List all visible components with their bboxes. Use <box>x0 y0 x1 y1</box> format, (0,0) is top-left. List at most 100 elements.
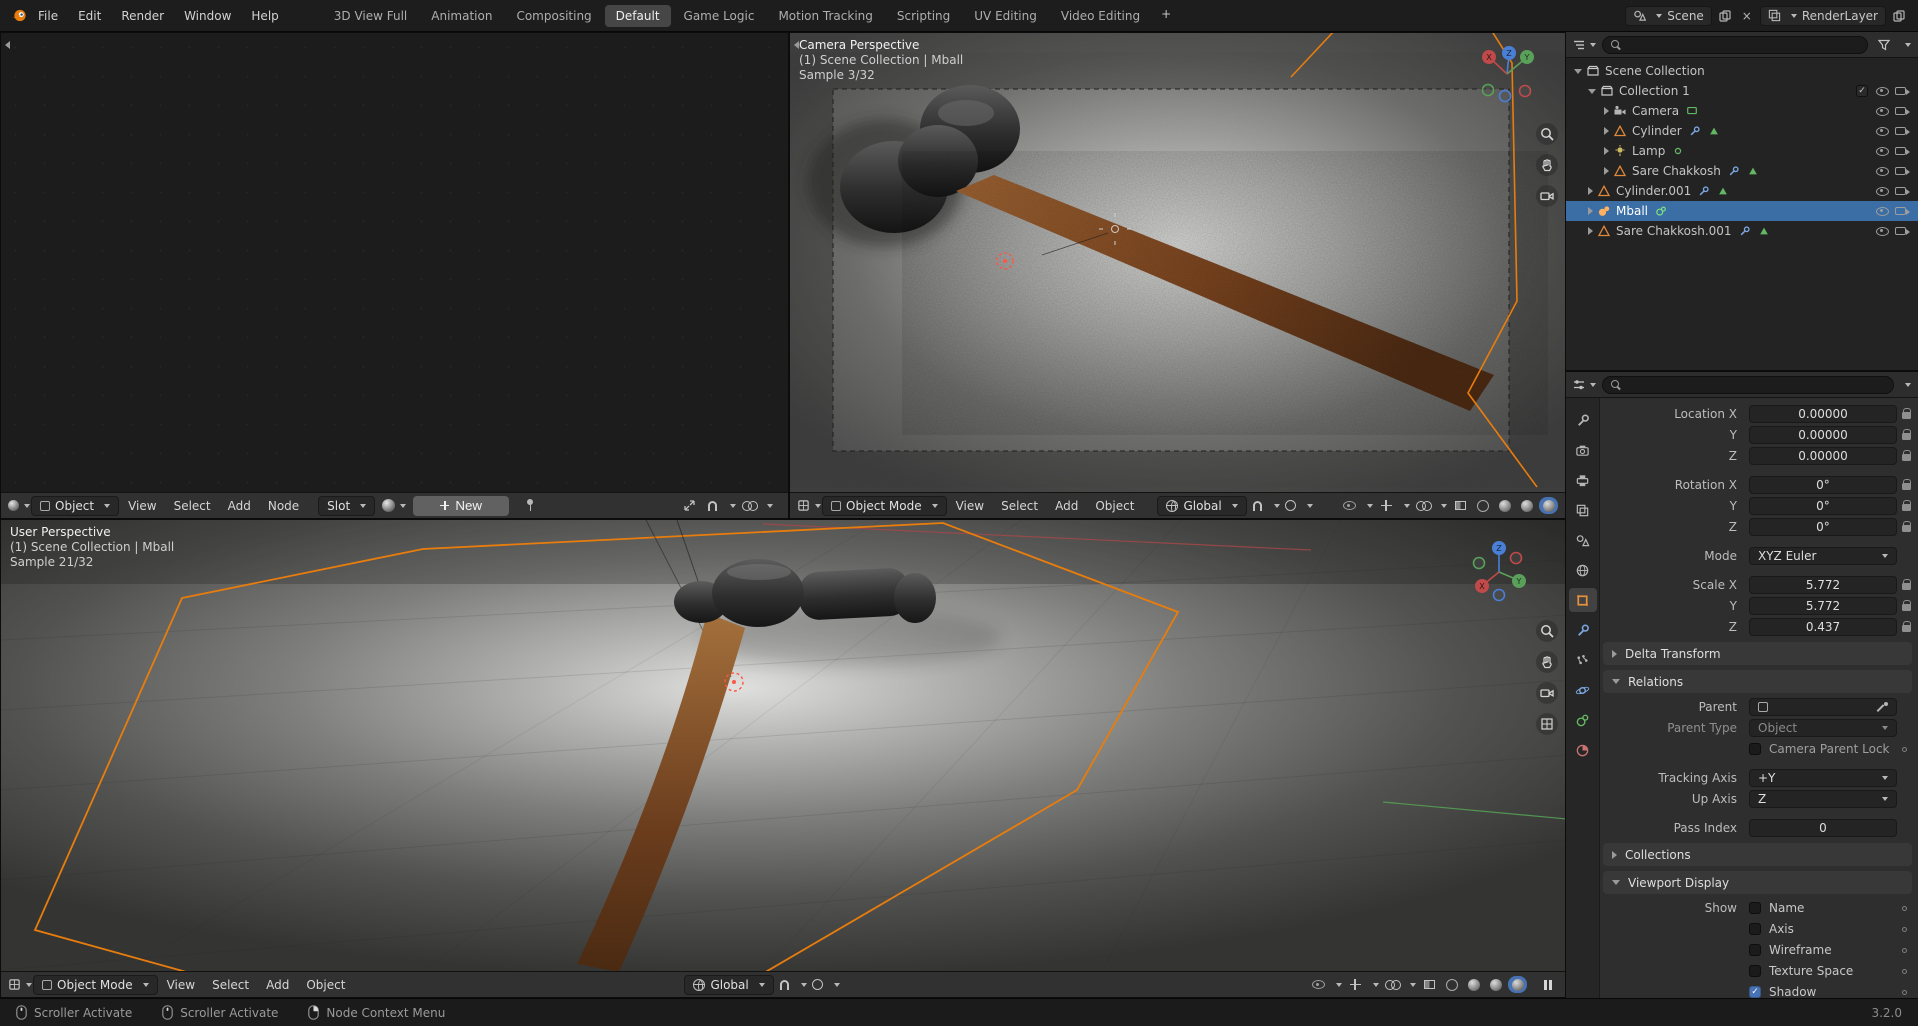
outliner-row-scene-collection[interactable]: Scene Collection <box>1566 61 1918 81</box>
proportional-dropdown-caret[interactable] <box>833 982 840 987</box>
disable-render-icon[interactable] <box>1895 87 1910 95</box>
lock-icon[interactable] <box>1902 599 1912 611</box>
show-axis-checkbox[interactable] <box>1749 923 1761 935</box>
toolbar-collapse-icon[interactable] <box>5 41 10 49</box>
disable-render-icon[interactable] <box>1895 207 1910 215</box>
view-menu[interactable]: View <box>159 975 203 995</box>
new-material-button[interactable]: New <box>413 495 510 516</box>
relations-panel-header[interactable]: Relations <box>1603 670 1912 693</box>
zoom-tool-icon[interactable] <box>1536 620 1558 642</box>
location-z-field[interactable]: 0.00000 <box>1749 447 1897 465</box>
expand-icon[interactable] <box>1588 207 1593 215</box>
outliner-header-caret[interactable] <box>1905 42 1911 47</box>
hide-viewport-icon[interactable] <box>1875 186 1889 196</box>
rotation-mode-dropdown[interactable]: XYZ Euler <box>1749 547 1897 565</box>
rotation-y-field[interactable]: 0° <box>1749 497 1897 515</box>
scale-y-field[interactable]: 5.772 <box>1749 597 1897 615</box>
lock-icon[interactable] <box>1902 620 1912 632</box>
eyedropper-icon[interactable] <box>1877 701 1888 713</box>
show-shadow-checkbox[interactable]: ✓ <box>1749 986 1761 998</box>
viewport-display-panel-header[interactable]: Viewport Display <box>1603 871 1912 894</box>
object-menu[interactable]: Object <box>1087 496 1142 516</box>
snap-magnet-icon[interactable] <box>1248 496 1268 516</box>
editor-type-icon[interactable] <box>8 496 30 516</box>
unlink-scene-button[interactable]: × <box>1738 7 1756 25</box>
filter-icon[interactable] <box>1874 35 1894 55</box>
scene-selector[interactable]: Scene <box>1625 5 1712 26</box>
overlays-icon[interactable] <box>1413 496 1433 516</box>
tab-modifiers[interactable] <box>1569 618 1597 642</box>
shading-material-button[interactable] <box>1517 497 1536 514</box>
tab-3d-view-full[interactable]: 3D View Full <box>323 5 419 27</box>
object-menu[interactable]: Object <box>298 975 353 995</box>
menu-help[interactable]: Help <box>241 5 288 27</box>
gizmos-dropdown-caret[interactable] <box>1373 982 1379 987</box>
tab-material[interactable] <box>1569 738 1597 762</box>
disable-render-icon[interactable] <box>1895 167 1910 175</box>
tab-world[interactable] <box>1569 558 1597 582</box>
tab-object[interactable] <box>1568 588 1597 612</box>
shader-editor-canvas[interactable] <box>1 33 788 492</box>
add-menu[interactable]: Add <box>258 975 297 995</box>
outliner-row-cylinder-001[interactable]: Cylinder.001 <box>1566 181 1918 201</box>
overlays-icon[interactable] <box>739 496 759 516</box>
mode-dropdown[interactable]: Object Mode <box>33 974 158 995</box>
tab-uv-editing[interactable]: UV Editing <box>963 5 1048 27</box>
show-wireframe-checkbox[interactable] <box>1749 944 1761 956</box>
zoom-tool-icon[interactable] <box>1536 123 1558 145</box>
add-menu[interactable]: Add <box>1047 496 1086 516</box>
gizmos-dropdown-caret[interactable] <box>1404 503 1410 508</box>
animate-dot-icon[interactable] <box>1902 905 1907 911</box>
tab-physics[interactable] <box>1569 678 1597 702</box>
tracking-axis-dropdown[interactable]: +Y <box>1749 769 1897 787</box>
proportional-editing-icon[interactable] <box>808 975 828 995</box>
snap-arrows-icon[interactable] <box>679 496 699 516</box>
overlays-dropdown-caret[interactable] <box>1441 503 1447 508</box>
shading-wireframe-button[interactable] <box>1442 976 1461 993</box>
shading-rendered-button[interactable] <box>1508 976 1527 993</box>
outliner-row-sare-chakkosh[interactable]: Sare Chakkosh <box>1566 161 1918 181</box>
tab-object-data[interactable] <box>1569 708 1597 732</box>
disable-render-icon[interactable] <box>1895 227 1910 235</box>
view-layer-selector[interactable]: RenderLayer <box>1759 5 1886 26</box>
expand-icon[interactable] <box>1588 227 1593 235</box>
hide-viewport-icon[interactable] <box>1875 146 1889 156</box>
add-workspace-button[interactable]: + <box>1153 5 1179 27</box>
menu-render[interactable]: Render <box>111 5 174 27</box>
lock-icon[interactable] <box>1902 449 1912 461</box>
animate-dot-icon[interactable] <box>1902 746 1907 752</box>
menu-window[interactable]: Window <box>174 5 241 27</box>
overlays-icon[interactable] <box>1382 975 1402 995</box>
hide-viewport-icon[interactable] <box>1875 86 1889 96</box>
tab-particles[interactable] <box>1569 648 1597 672</box>
new-scene-button[interactable] <box>1716 7 1734 25</box>
proportional-dropdown-caret[interactable] <box>1306 503 1313 508</box>
scale-x-field[interactable]: 5.772 <box>1749 576 1897 594</box>
shading-solid-button[interactable] <box>1495 497 1514 514</box>
shader-type-dropdown[interactable]: Object <box>31 495 120 516</box>
pass-index-field[interactable]: 0 <box>1749 819 1897 837</box>
node-menu-select[interactable]: Select <box>166 496 219 516</box>
select-menu[interactable]: Select <box>204 975 257 995</box>
lock-icon[interactable] <box>1902 478 1912 490</box>
navigation-gizmo[interactable]: Z Y X <box>1467 538 1531 605</box>
navigation-gizmo[interactable]: Z Y X <box>1475 41 1539 108</box>
camera-view-icon[interactable] <box>1536 185 1558 207</box>
shading-material-button[interactable] <box>1486 976 1505 993</box>
snap-magnet-icon[interactable] <box>775 975 795 995</box>
tab-view-layer[interactable] <box>1569 498 1597 522</box>
animate-dot-icon[interactable] <box>1902 989 1907 995</box>
hide-viewport-icon[interactable] <box>1875 206 1889 216</box>
collection-checkbox[interactable]: ✓ <box>1856 85 1868 97</box>
up-axis-dropdown[interactable]: Z <box>1749 790 1897 808</box>
expand-icon[interactable] <box>1588 187 1593 195</box>
overlays-dropdown-caret[interactable] <box>1410 982 1416 987</box>
parent-type-dropdown[interactable]: Object <box>1749 719 1897 737</box>
camera-parent-lock-checkbox[interactable] <box>1749 743 1761 755</box>
hide-viewport-icon[interactable] <box>1875 106 1889 116</box>
expand-icon[interactable] <box>1604 127 1609 135</box>
editor-type-icon[interactable] <box>8 975 32 995</box>
snap-dropdown-caret[interactable] <box>800 982 807 987</box>
outliner-row-cylinder[interactable]: Cylinder <box>1566 121 1918 141</box>
tab-compositing[interactable]: Compositing <box>505 5 602 27</box>
